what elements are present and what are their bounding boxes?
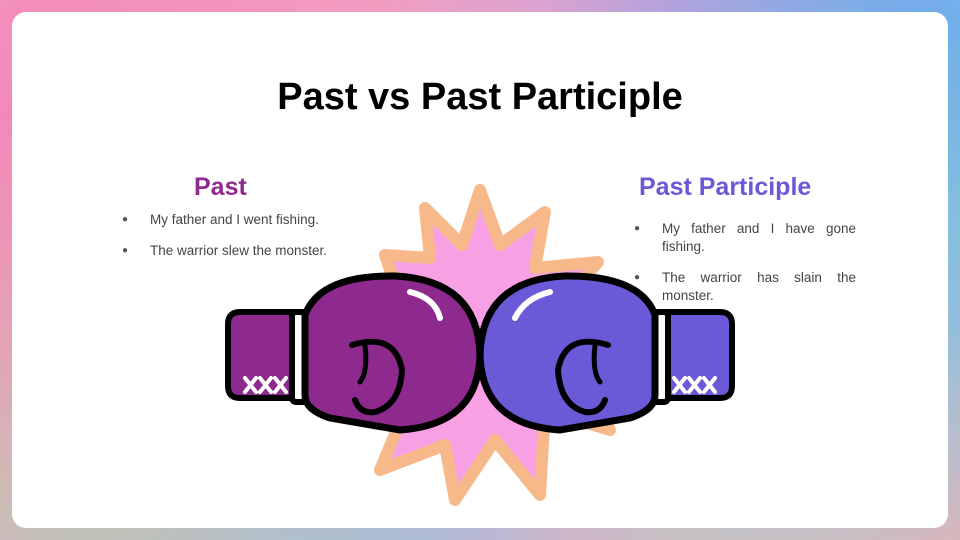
- boxing-gloves-illustration: [225, 184, 735, 506]
- boxing-glove-left-icon: [225, 272, 484, 434]
- slide-title: Past vs Past Participle: [277, 76, 683, 118]
- boxing-glove-right-icon: [476, 272, 735, 434]
